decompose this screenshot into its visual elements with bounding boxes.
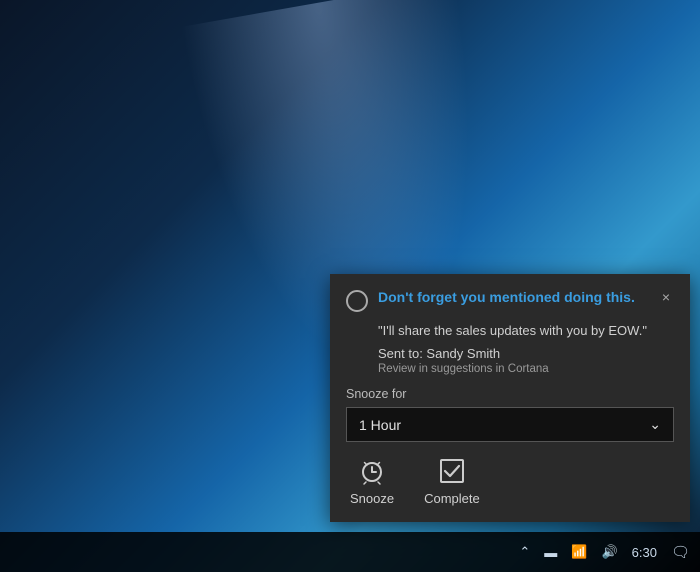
notification-review-link[interactable]: Review in suggestions in Cortana xyxy=(378,363,674,375)
notification-quote: "I'll share the sales updates with you b… xyxy=(378,322,674,340)
volume-icon: 🔊 xyxy=(601,544,617,560)
snooze-label-text: Snooze xyxy=(350,491,394,506)
notification-header: Don't forget you mentioned doing this. × xyxy=(346,288,674,312)
chevron-down-icon: ⌄ xyxy=(649,416,661,433)
battery-icon: ▬ xyxy=(544,545,557,560)
notification-title: Don't forget you mentioned doing this. xyxy=(378,288,674,306)
alarm-clock-icon xyxy=(357,456,387,486)
taskbar-chevron[interactable]: ⌃ xyxy=(519,544,530,560)
taskbar: ⌃ ▬ 📶 🔊 6:30 🗨 xyxy=(0,532,700,572)
wifi-icon: 📶 xyxy=(571,544,587,560)
snooze-label: Snooze for xyxy=(346,387,674,401)
chat-icon: 🗨 xyxy=(671,543,690,561)
taskbar-battery[interactable]: ▬ xyxy=(544,545,557,560)
notification-actions: Snooze Complete xyxy=(346,456,674,506)
taskbar-notifications[interactable]: 🗨 xyxy=(671,543,690,561)
notification-sent-to: Sent to: Sandy Smith xyxy=(378,346,674,361)
notification-body: "I'll share the sales updates with you b… xyxy=(346,322,674,375)
taskbar-time: 6:30 xyxy=(632,545,657,560)
complete-button[interactable]: Complete xyxy=(424,456,480,506)
notification-popup: Don't forget you mentioned doing this. ×… xyxy=(330,274,690,522)
snooze-value: 1 Hour xyxy=(359,417,401,433)
close-button[interactable]: × xyxy=(658,288,674,306)
cortana-circle-icon xyxy=(346,290,368,312)
snooze-dropdown[interactable]: 1 Hour ⌄ xyxy=(346,407,674,442)
snooze-button[interactable]: Snooze xyxy=(350,456,394,506)
taskbar-wifi[interactable]: 📶 xyxy=(571,544,587,560)
complete-label-text: Complete xyxy=(424,491,480,506)
chevron-up-icon: ⌃ xyxy=(519,544,530,560)
checkbox-icon xyxy=(437,456,467,486)
taskbar-volume[interactable]: 🔊 xyxy=(601,544,617,560)
